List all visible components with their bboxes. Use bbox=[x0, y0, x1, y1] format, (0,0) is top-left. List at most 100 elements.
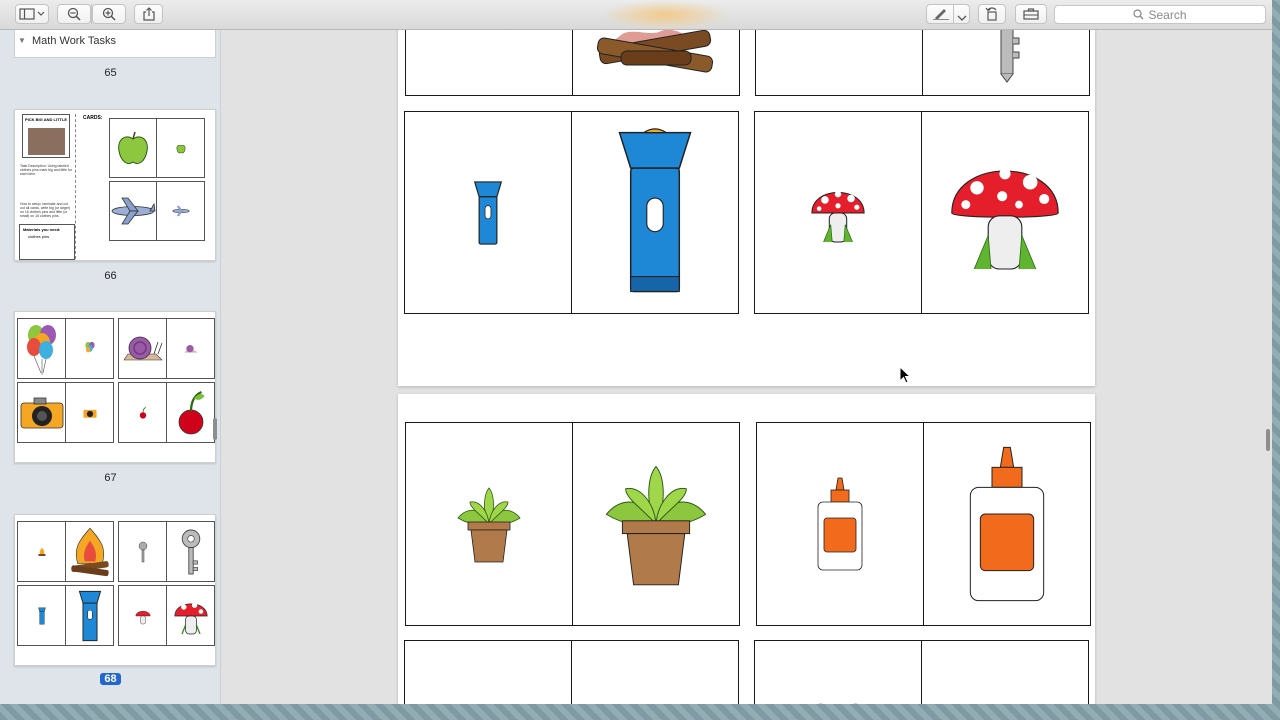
thumb-card bbox=[166, 585, 215, 646]
sidebar-toggle-button[interactable] bbox=[15, 4, 49, 24]
thumb-card bbox=[118, 382, 167, 443]
page-thumbnail-67[interactable] bbox=[14, 311, 216, 463]
card-mushroom-small bbox=[754, 111, 922, 314]
thumb-card bbox=[65, 521, 114, 582]
rotate-button[interactable] bbox=[978, 4, 1006, 24]
mushroom-icon bbox=[135, 610, 150, 624]
markup-dropdown-icon[interactable] bbox=[957, 9, 967, 27]
thumb-card bbox=[118, 585, 167, 646]
thumb-card bbox=[166, 318, 215, 379]
key-icon bbox=[1000, 30, 1020, 83]
key-icon bbox=[181, 529, 200, 574]
card-campfire-big bbox=[572, 30, 740, 96]
balloons-icon bbox=[26, 324, 56, 375]
thumb-photo bbox=[28, 128, 65, 155]
thumb-card bbox=[118, 521, 167, 582]
thumb-materials-item: clothes pins bbox=[28, 234, 50, 239]
snail-icon bbox=[122, 336, 163, 360]
apple-icon bbox=[176, 144, 185, 153]
document-scrollbar-thumb[interactable] bbox=[1266, 429, 1270, 451]
campfire-icon bbox=[596, 30, 714, 73]
share-icon bbox=[142, 7, 155, 21]
card-glue-big bbox=[923, 422, 1091, 626]
card-key-big bbox=[922, 30, 1090, 96]
card-plant-big bbox=[572, 422, 740, 626]
sidebar-toggle-icon bbox=[19, 8, 45, 20]
thumbnail-sidebar: ▼ Math Work Tasks 65 PICK BIG AND LITTLE… bbox=[0, 30, 221, 704]
camera-icon bbox=[20, 397, 63, 428]
thumb-setup: How to setup: laminate and cut out all c… bbox=[20, 202, 71, 218]
flashlight-icon bbox=[473, 180, 503, 245]
zoom-out-icon bbox=[67, 7, 81, 21]
selected-page-badge: 68 bbox=[100, 673, 121, 685]
thumb-description: Task Description: Using labeled clothes … bbox=[20, 164, 72, 176]
mushroom-icon bbox=[173, 602, 208, 634]
glue-bottle-icon bbox=[969, 446, 1045, 602]
page-thumbnail-66[interactable]: PICK BIG AND LITTLE Task Description: Us… bbox=[14, 109, 216, 261]
cherry-icon bbox=[139, 406, 146, 419]
mushroom-icon bbox=[951, 163, 1059, 270]
card-glue-small bbox=[756, 422, 924, 626]
page-number-67: 67 bbox=[104, 472, 117, 484]
thumb-title: PICK BIG AND LITTLE bbox=[24, 117, 68, 122]
thumb-info-panel: PICK BIG AND LITTLE Task Description: Us… bbox=[19, 114, 76, 260]
page-number-65: 65 bbox=[104, 67, 117, 79]
thumb-card bbox=[17, 382, 66, 443]
document-view[interactable] bbox=[221, 30, 1272, 704]
thumb-card bbox=[166, 521, 215, 582]
card-flashlight-small bbox=[404, 111, 572, 314]
flashlight-icon bbox=[618, 127, 692, 292]
thumb-card bbox=[17, 585, 66, 646]
thumb-card bbox=[166, 382, 215, 443]
card-plant-small bbox=[405, 422, 573, 626]
camera-icon bbox=[82, 409, 97, 418]
flashlight-icon bbox=[37, 607, 46, 624]
card-mushroom-big bbox=[921, 111, 1089, 314]
thumb-card bbox=[65, 585, 114, 646]
cherry-icon bbox=[178, 390, 204, 434]
card-blank bbox=[404, 640, 572, 704]
flashlight-icon bbox=[78, 590, 101, 641]
share-button[interactable] bbox=[134, 4, 163, 24]
page-number-66: 66 bbox=[104, 270, 117, 282]
mouse-cursor-icon bbox=[899, 366, 911, 384]
zoom-in-button[interactable] bbox=[92, 4, 126, 24]
search-placeholder: Search bbox=[1148, 7, 1187, 22]
thumb-card bbox=[156, 118, 205, 178]
thumb-cards-label: CARDS: bbox=[83, 115, 103, 121]
snail-icon bbox=[184, 344, 197, 353]
card-blank bbox=[571, 640, 739, 704]
zoom-in-icon bbox=[102, 7, 116, 21]
document-title: Math Work Tasks bbox=[32, 35, 116, 47]
key-icon bbox=[138, 541, 147, 562]
page-number-68: 68 bbox=[0, 673, 220, 685]
card-blank bbox=[921, 640, 1089, 704]
search-field[interactable]: Search bbox=[1054, 5, 1266, 24]
plant-icon bbox=[605, 465, 707, 586]
campfire-icon bbox=[70, 527, 109, 576]
bow-icon bbox=[819, 703, 857, 704]
glue-bottle-icon bbox=[817, 477, 863, 571]
window-title-blur bbox=[600, 0, 730, 30]
sidebar-scrollbar-thumb[interactable] bbox=[213, 418, 217, 440]
preview-window: Search ▼ Math Work Tasks 65 PICK BIG AND… bbox=[0, 0, 1272, 704]
card-blank bbox=[755, 30, 923, 96]
toolbar: Search bbox=[0, 0, 1272, 30]
disclosure-triangle-icon[interactable]: ▼ bbox=[18, 36, 26, 45]
toolbox-button[interactable] bbox=[1015, 4, 1047, 24]
card-bow-small bbox=[754, 640, 922, 704]
toolbar-separator bbox=[953, 4, 954, 24]
document-outline-header[interactable]: ▼ Math Work Tasks bbox=[14, 30, 216, 58]
rotate-icon bbox=[985, 7, 997, 21]
page-thumbnail-68[interactable] bbox=[14, 514, 216, 666]
airplane-icon bbox=[111, 197, 156, 225]
thumb-card bbox=[109, 118, 157, 178]
thumb-card bbox=[65, 318, 114, 379]
thumb-card bbox=[118, 318, 167, 379]
card-flashlight-big bbox=[571, 111, 739, 314]
thumb-card bbox=[17, 318, 66, 379]
thumb-materials: Materials you need: bbox=[23, 227, 61, 232]
zoom-out-button[interactable] bbox=[57, 4, 91, 24]
card-blank bbox=[405, 30, 573, 96]
plant-icon bbox=[457, 487, 521, 563]
